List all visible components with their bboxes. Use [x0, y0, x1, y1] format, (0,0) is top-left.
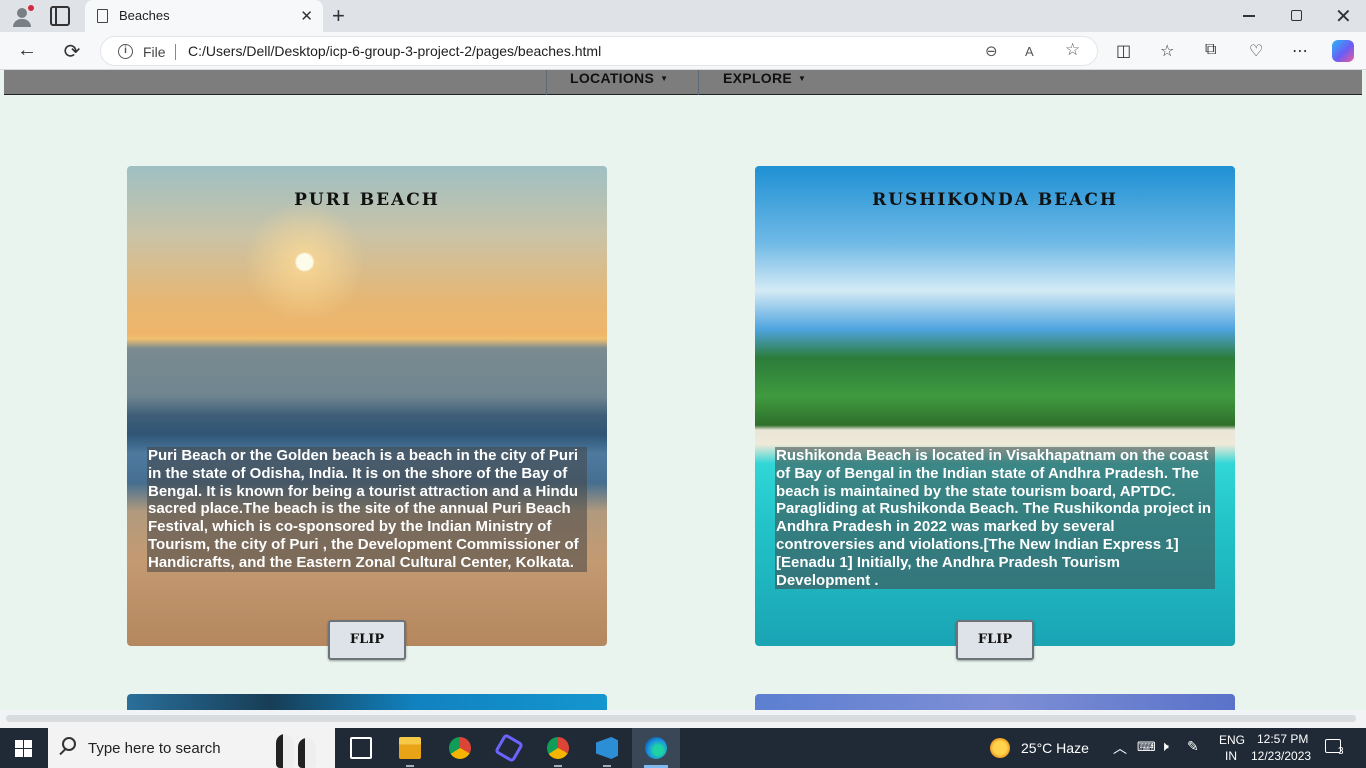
notifications-count: 3	[1338, 746, 1344, 757]
search-icon	[62, 737, 76, 751]
card-description: Puri Beach or the Golden beach is a beac…	[147, 447, 587, 572]
nav-locations-label: LOCATIONS	[570, 70, 655, 86]
running-indicator	[554, 765, 562, 767]
vscode-icon[interactable]	[596, 737, 618, 759]
windows-taskbar: Type here to search 25°C Haze ︿ ⌨ 🕨 ✎ EN…	[0, 728, 1366, 768]
page-icon	[97, 9, 108, 23]
tab-title: Beaches	[119, 8, 170, 23]
url-divider	[175, 44, 176, 60]
chrome-profile-icon[interactable]	[547, 737, 569, 759]
tab-actions-icon[interactable]	[50, 6, 70, 26]
edge-taskbar-active[interactable]	[632, 728, 680, 768]
running-indicator	[406, 765, 414, 767]
card-description: Rushikonda Beach is located in Visakhapa…	[775, 447, 1215, 590]
nav-explore[interactable]: EXPLORE ▼	[723, 70, 806, 86]
flip-button[interactable]: FLIP	[956, 620, 1034, 660]
read-aloud-icon[interactable]: A	[1025, 44, 1034, 59]
running-indicator	[603, 765, 611, 767]
pen-icon[interactable]: ✎	[1187, 738, 1199, 755]
new-tab-button[interactable]: +	[332, 3, 345, 29]
taskbar-search-box[interactable]: Type here to search	[48, 728, 335, 768]
url-text[interactable]: C:/Users/Dell/Desktop/icp-6-group-3-proj…	[188, 43, 601, 59]
flip-button[interactable]: FLIP	[328, 620, 406, 660]
nav-explore-label: EXPLORE	[723, 70, 793, 86]
favorite-star-icon[interactable]: ☆	[1065, 40, 1080, 60]
weather-icon[interactable]	[990, 738, 1010, 758]
network-icon[interactable]: ⌨	[1137, 739, 1156, 755]
caret-down-icon: ▼	[798, 74, 807, 83]
info-icon[interactable]: i	[118, 44, 133, 59]
favorites-icon[interactable]: ☆	[1160, 41, 1174, 61]
minimize-icon[interactable]	[1243, 15, 1255, 17]
zoom-out-icon[interactable]: ⊖	[985, 42, 998, 60]
language-top[interactable]: ENG	[1219, 733, 1245, 747]
card-title: PURI BEACH	[294, 190, 440, 210]
restore-icon[interactable]	[1291, 10, 1302, 21]
horizontal-scrollbar[interactable]	[0, 710, 1366, 728]
browser-tab-strip: Beaches ✕ + ✕	[0, 0, 1366, 32]
nav-divider	[546, 70, 547, 95]
app-hexagon-icon[interactable]	[493, 732, 525, 764]
task-view-icon[interactable]	[350, 737, 372, 759]
scrollbar-thumb[interactable]	[6, 715, 1356, 722]
tab-close-icon[interactable]: ✕	[300, 7, 313, 25]
address-toolbar: ← ⟳ i File C:/Users/Dell/Desktop/icp-6-g…	[0, 32, 1366, 70]
next-card-image	[755, 694, 1235, 710]
collections-icon[interactable]: ⧉	[1205, 41, 1216, 59]
file-explorer-icon[interactable]	[399, 737, 421, 759]
refresh-icon[interactable]: ⟳	[60, 39, 84, 64]
page-viewport: LOCATIONS ▼ EXPLORE ▼ PURI BEACH Puri Beac…	[4, 70, 1362, 710]
window-close-icon[interactable]: ✕	[1335, 4, 1352, 29]
active-browser-tab[interactable]: Beaches ✕	[85, 0, 323, 32]
puri-beach-card: PURI BEACH Puri Beach or the Golden beac…	[127, 166, 607, 646]
clock-date[interactable]: 12/23/2023	[1251, 749, 1311, 763]
nav-locations[interactable]: LOCATIONS ▼	[570, 70, 668, 86]
volume-muted-icon[interactable]: 🕨	[1160, 738, 1169, 755]
chrome-icon[interactable]	[449, 737, 471, 759]
copilot-icon[interactable]	[1332, 40, 1354, 62]
search-placeholder: Type here to search	[88, 740, 221, 757]
back-icon[interactable]: ←	[15, 39, 39, 62]
language-bottom[interactable]: IN	[1225, 749, 1237, 763]
card-title: RUSHIKONDA BEACH	[872, 190, 1118, 210]
address-bar[interactable]: i File C:/Users/Dell/Desktop/icp-6-group…	[100, 36, 1098, 66]
next-card-image	[127, 694, 607, 710]
nav-divider	[698, 70, 699, 95]
split-screen-icon[interactable]: ◫	[1116, 41, 1131, 61]
site-navbar: LOCATIONS ▼ EXPLORE ▼	[4, 70, 1362, 95]
edge-icon	[645, 737, 667, 759]
windows-start-icon[interactable]	[15, 740, 32, 757]
weather-text[interactable]: 25°C Haze	[1021, 740, 1089, 756]
search-highlight-illustration	[266, 730, 326, 768]
caret-down-icon: ▼	[660, 74, 669, 83]
file-label: File	[143, 44, 166, 60]
browser-essentials-icon[interactable]: ♡	[1249, 41, 1263, 61]
tray-chevron-up-icon[interactable]: ︿	[1113, 738, 1127, 758]
clock-time[interactable]: 12:57 PM	[1257, 732, 1308, 746]
rushikonda-beach-card: RUSHIKONDA BEACH Rushikonda Beach is loc…	[755, 166, 1235, 646]
more-options-icon[interactable]: ⋯	[1292, 41, 1308, 61]
profile-icon[interactable]	[10, 5, 34, 27]
